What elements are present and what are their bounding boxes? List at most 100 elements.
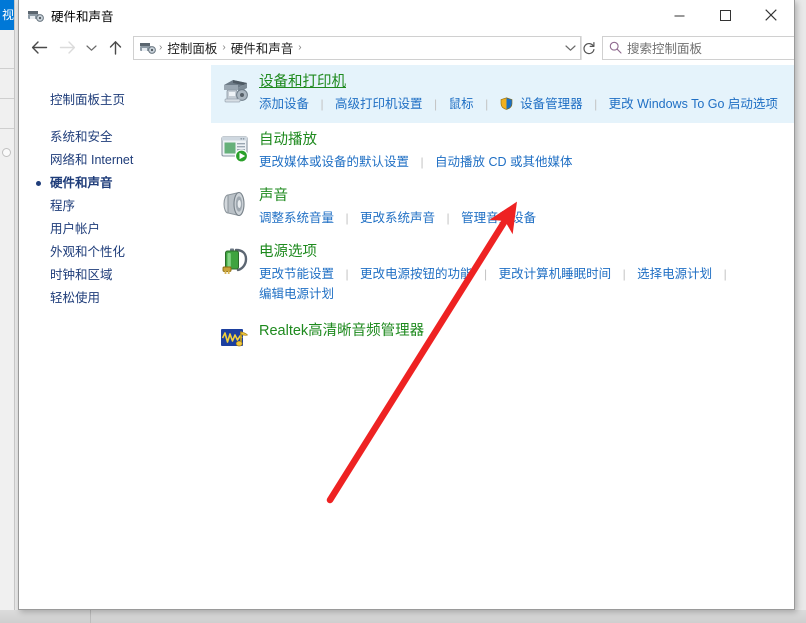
category-list: 设备和打印机 添加设备 | 高级打印机设置 | 鼠标 | bbox=[211, 65, 794, 608]
breadcrumb-separator[interactable]: › bbox=[297, 42, 302, 53]
background-window[interactable]: 视 bbox=[0, 0, 15, 610]
link-change-default-settings-for-media-or-devices[interactable]: 更改媒体或设备的默认设置 bbox=[259, 155, 409, 169]
sidebar-item-appearance-and-personalization[interactable]: 外观和个性化 bbox=[19, 241, 211, 264]
devices-and-printers-icon bbox=[27, 7, 44, 24]
scroll-gutter[interactable] bbox=[792, 65, 794, 608]
link-change-when-the-computer-sleeps[interactable]: 更改计算机睡眠时间 bbox=[499, 267, 612, 281]
battery-icon bbox=[211, 242, 259, 304]
link-separator: | bbox=[338, 208, 355, 228]
desktop-background-strip bbox=[0, 610, 806, 623]
link-edit-power-plan[interactable]: 编辑电源计划 bbox=[259, 287, 334, 301]
sidebar-item-network-and-internet[interactable]: 网络和 Internet bbox=[19, 149, 211, 172]
category-title[interactable]: Realtek高清晰音频管理器 bbox=[259, 321, 424, 341]
category-devices-and-printers[interactable]: 设备和打印机 添加设备 | 高级打印机设置 | 鼠标 | bbox=[211, 65, 794, 123]
category-sound[interactable]: 声音 调整系统音量 | 更改系统声音 | 管理音频设备 bbox=[211, 179, 794, 235]
sidebar-item-label: 外观和个性化 bbox=[50, 245, 125, 259]
sidebar-item-label: 系统和安全 bbox=[50, 130, 113, 144]
link-mouse[interactable]: 鼠标 bbox=[449, 97, 474, 111]
link-separator: | bbox=[413, 152, 430, 172]
category-links: 更改媒体或设备的默认设置 | 自动播放 CD 或其他媒体 bbox=[259, 152, 786, 172]
category-links: 调整系统音量 | 更改系统声音 | 管理音频设备 bbox=[259, 208, 786, 228]
category-title[interactable]: 电源选项 bbox=[259, 242, 317, 262]
chevron-down-icon[interactable] bbox=[560, 44, 580, 52]
category-links: 更改节能设置 | 更改电源按钮的功能 | 更改计算机睡眠时间 | 选择电源计划 … bbox=[259, 264, 786, 284]
bullet-icon bbox=[36, 181, 41, 186]
screen: 视 硬件和声音 bbox=[0, 0, 806, 623]
search-placeholder: 搜索控制面板 bbox=[627, 38, 702, 57]
breadcrumb-control-panel[interactable]: 控制面板 bbox=[163, 38, 221, 57]
category-body: 自动播放 更改媒体或设备的默认设置 | 自动播放 CD 或其他媒体 bbox=[259, 130, 794, 172]
link-separator: | bbox=[477, 264, 494, 284]
sidebar-item-control-panel-home[interactable]: 控制面板主页 bbox=[19, 87, 211, 110]
category-realtek-hd-audio-manager[interactable]: Realtek高清晰音频管理器 bbox=[211, 311, 794, 363]
sidebar-item-label: 网络和 Internet bbox=[50, 153, 133, 167]
link-add-device[interactable]: 添加设备 bbox=[259, 97, 309, 111]
category-body: 电源选项 更改节能设置 | 更改电源按钮的功能 | 更改计算机睡眠时间 | 选择… bbox=[259, 242, 794, 304]
link-change-power-saving-settings[interactable]: 更改节能设置 bbox=[259, 267, 334, 281]
breadcrumb-hardware-and-sound[interactable]: 硬件和声音 bbox=[227, 38, 298, 57]
up-button[interactable] bbox=[101, 34, 129, 62]
link-separator: | bbox=[313, 94, 330, 114]
back-button[interactable] bbox=[25, 34, 53, 62]
sidebar-item-label: 轻松使用 bbox=[50, 291, 100, 305]
link-separator: | bbox=[338, 264, 355, 284]
address-bar[interactable]: › 控制面板 › 硬件和声音 › bbox=[133, 36, 581, 60]
devices-and-printers-icon bbox=[139, 39, 156, 56]
close-button[interactable] bbox=[748, 0, 794, 30]
sidebar-item-label: 用户帐户 bbox=[50, 222, 100, 236]
sidebar-item-clock-and-region[interactable]: 时钟和区域 bbox=[19, 264, 211, 287]
printer-icon bbox=[211, 72, 259, 116]
link-separator: | bbox=[427, 94, 444, 114]
speaker-icon bbox=[211, 186, 259, 228]
sidebar-item-label: 程序 bbox=[50, 199, 75, 213]
link-manage-audio-devices[interactable]: 管理音频设备 bbox=[461, 211, 536, 225]
link-separator: | bbox=[478, 94, 495, 114]
category-title[interactable]: 自动播放 bbox=[259, 130, 317, 150]
minimize-button[interactable] bbox=[656, 0, 702, 30]
navigation-bar: › 控制面板 › 硬件和声音 › bbox=[19, 30, 794, 65]
link-separator: | bbox=[587, 94, 604, 114]
link-separator: | bbox=[717, 264, 734, 284]
sidebar-item-label: 硬件和声音 bbox=[50, 176, 113, 190]
category-title[interactable]: 设备和打印机 bbox=[259, 72, 346, 92]
link-change-what-the-power-buttons-do[interactable]: 更改电源按钮的功能 bbox=[360, 267, 473, 281]
category-links-row2: 编辑电源计划 bbox=[259, 284, 786, 304]
link-change-system-sounds[interactable]: 更改系统声音 bbox=[360, 211, 435, 225]
link-advanced-printer-setup[interactable]: 高级打印机设置 bbox=[335, 97, 423, 111]
sidebar-item-programs[interactable]: 程序 bbox=[19, 195, 211, 218]
link-adjust-system-volume[interactable]: 调整系统音量 bbox=[259, 211, 334, 225]
sidebar-item-hardware-and-sound[interactable]: 硬件和声音 bbox=[19, 172, 211, 195]
forward-button[interactable] bbox=[53, 34, 81, 62]
link-choose-a-power-plan[interactable]: 选择电源计划 bbox=[637, 267, 712, 281]
link-play-cds-or-other-media-automatically[interactable]: 自动播放 CD 或其他媒体 bbox=[435, 155, 573, 169]
category-title[interactable]: 声音 bbox=[259, 186, 288, 206]
sidebar: 控制面板主页 系统和安全 网络和 Internet 硬件和声音 程序 用户帐户 bbox=[19, 65, 211, 608]
category-body: Realtek高清晰音频管理器 bbox=[259, 321, 794, 356]
title-bar: 硬件和声音 bbox=[19, 0, 794, 30]
category-links: 添加设备 | 高级打印机设置 | 鼠标 | bbox=[259, 94, 786, 116]
sidebar-item-user-accounts[interactable]: 用户帐户 bbox=[19, 218, 211, 241]
link-change-windows-to-go-startup-options[interactable]: 更改 Windows To Go 启动选项 bbox=[609, 97, 778, 111]
autoplay-icon bbox=[211, 130, 259, 172]
sidebar-item-ease-of-access[interactable]: 轻松使用 bbox=[19, 287, 211, 310]
background-window-body bbox=[0, 30, 14, 610]
realtek-audio-icon bbox=[211, 321, 259, 356]
sidebar-item-label: 时钟和区域 bbox=[50, 268, 113, 282]
window-title: 硬件和声音 bbox=[51, 6, 114, 25]
search-input[interactable]: 搜索控制面板 bbox=[602, 36, 795, 60]
background-window-title: 视 bbox=[0, 0, 14, 30]
control-panel-window: 硬件和声音 bbox=[18, 0, 795, 610]
category-autoplay[interactable]: 自动播放 更改媒体或设备的默认设置 | 自动播放 CD 或其他媒体 bbox=[211, 123, 794, 179]
category-body: 声音 调整系统音量 | 更改系统声音 | 管理音频设备 bbox=[259, 186, 794, 228]
maximize-button[interactable] bbox=[702, 0, 748, 30]
category-power-options[interactable]: 电源选项 更改节能设置 | 更改电源按钮的功能 | 更改计算机睡眠时间 | 选择… bbox=[211, 235, 794, 311]
link-separator: | bbox=[440, 208, 457, 228]
link-separator: | bbox=[616, 264, 633, 284]
sidebar-item-system-and-security[interactable]: 系统和安全 bbox=[19, 126, 211, 149]
refresh-button[interactable] bbox=[581, 36, 596, 60]
content-area: 控制面板主页 系统和安全 网络和 Internet 硬件和声音 程序 用户帐户 bbox=[19, 65, 794, 608]
link-device-manager[interactable]: 设备管理器 bbox=[520, 97, 583, 111]
category-body: 设备和打印机 添加设备 | 高级打印机设置 | 鼠标 | bbox=[259, 72, 794, 116]
recent-locations-button[interactable] bbox=[81, 34, 101, 62]
window-controls bbox=[656, 0, 794, 30]
